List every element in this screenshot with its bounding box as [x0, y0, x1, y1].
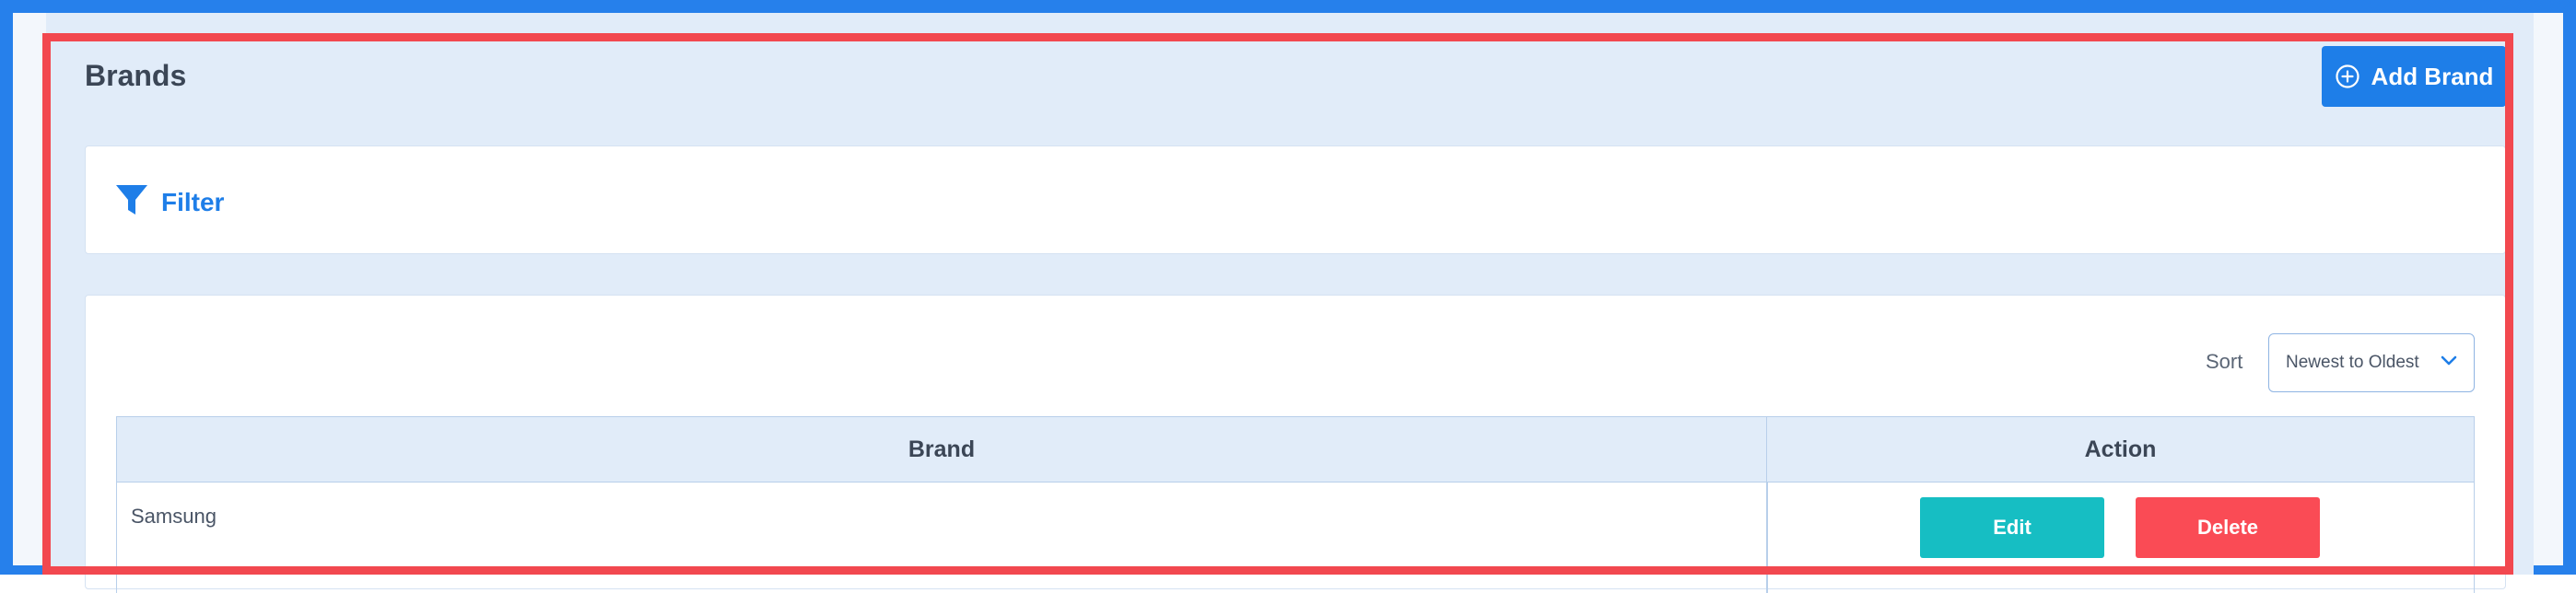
filter-toggle[interactable]: Filter: [115, 183, 224, 221]
edit-button[interactable]: Edit: [1920, 497, 2104, 558]
column-header-action: Action: [1766, 416, 2475, 483]
add-brand-button[interactable]: Add Brand: [2322, 46, 2506, 107]
table-row: [116, 483, 2475, 593]
column-header-brand[interactable]: Brand: [116, 416, 1767, 483]
chevron-down-icon: [2441, 355, 2457, 371]
sort-selected-value: Newest to Oldest: [2286, 353, 2419, 372]
sort-dropdown[interactable]: Newest to Oldest: [2268, 333, 2475, 392]
cell-divider: [1766, 483, 1768, 593]
sort-label: Sort: [2206, 350, 2243, 373]
add-brand-label: Add Brand: [2371, 62, 2494, 90]
brand-cell: Samsung: [131, 505, 217, 528]
plus-circle-icon: [2335, 64, 2360, 89]
page-title: Brands: [85, 59, 187, 92]
funnel-icon: [115, 183, 148, 221]
delete-button[interactable]: Delete: [2136, 497, 2320, 558]
filter-panel: Filter: [85, 145, 2506, 254]
filter-label: Filter: [161, 187, 225, 216]
